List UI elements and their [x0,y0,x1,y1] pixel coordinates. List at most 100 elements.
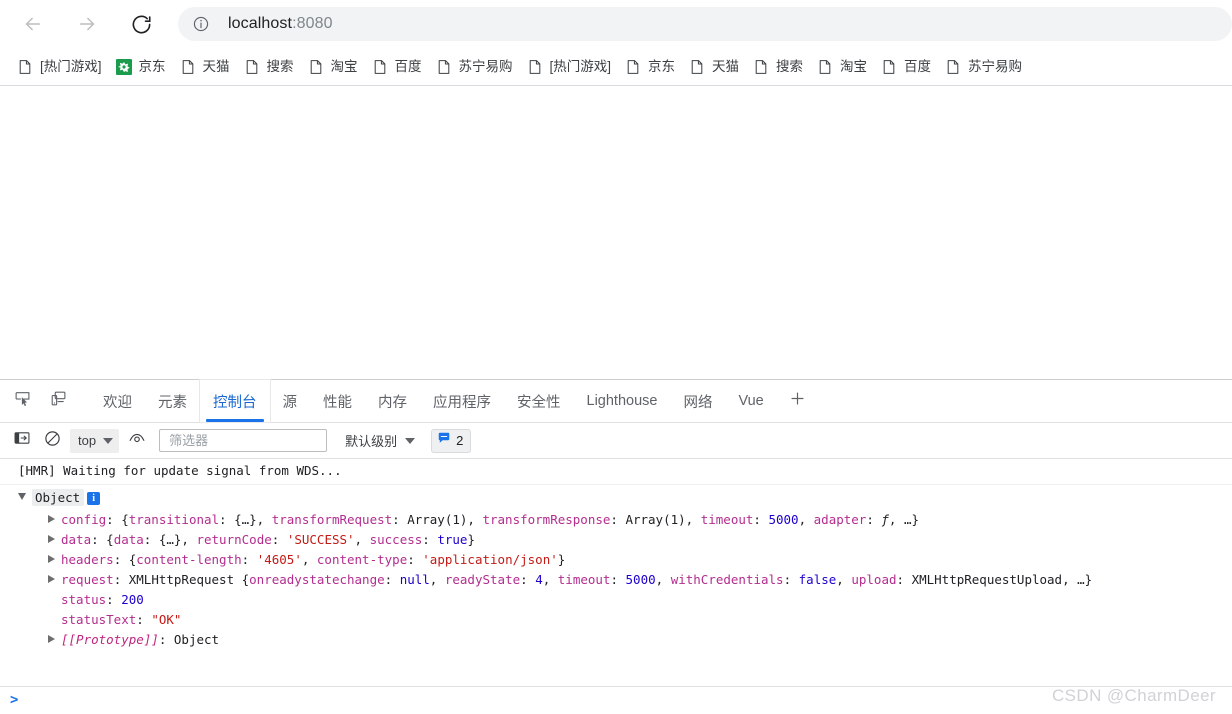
console-property-row[interactable]: [[Prototype]]: Object [0,630,1232,650]
toolbar-divider [76,380,90,422]
property-value-part: upload [851,572,897,587]
property-value-part: , [542,572,558,587]
property-value-part: ƒ [881,512,889,527]
devtools-tab-1[interactable]: 元素 [145,380,200,422]
page-icon [689,59,705,75]
bookmark-item[interactable]: 京东 [618,53,682,81]
bookmark-item[interactable]: 苏宁易购 [938,53,1029,81]
expand-triangle-icon[interactable] [48,575,55,583]
back-button[interactable] [14,5,52,43]
console-property-row[interactable]: config: {transitional: {…}, transformReq… [0,510,1232,530]
bookmark-item[interactable]: 搜索 [237,53,301,81]
devtools-tab-0[interactable]: 欢迎 [90,380,145,422]
expand-triangle-icon[interactable] [48,555,55,563]
devtools-tab-label: 元素 [158,394,187,411]
console-filter-input[interactable] [167,432,320,449]
console-sidebar-toggle[interactable] [8,428,36,454]
site-info-icon[interactable] [192,15,210,33]
property-value-part: , [354,532,370,547]
console-property-row[interactable]: data: {data: {…}, returnCode: 'SUCCESS',… [0,530,1232,550]
property-value-part: "OK" [151,612,182,627]
devtools-tab-10[interactable]: Vue [725,380,776,422]
forward-arrow-icon [76,13,98,35]
chevron-down-icon [405,437,416,444]
bookmark-item[interactable]: 百度 [365,53,429,81]
expand-triangle-icon[interactable] [18,493,26,500]
devtools-tab-7[interactable]: 安全性 [504,380,574,422]
inspect-element-button[interactable] [4,380,40,422]
property-value-part: 'application/json' [422,552,558,567]
property-value-part: : [136,612,152,627]
devtools-tab-4[interactable]: 性能 [310,380,365,422]
property-value-part: 'SUCCESS' [286,532,355,547]
devtools-tab-label: Vue [738,393,764,409]
device-toolbar-button[interactable] [40,380,76,422]
console-property-row[interactable]: headers: {content-length: '4605', conten… [0,550,1232,570]
console-message-list: [HMR] Waiting for update signal from WDS… [0,459,1232,712]
page-icon [436,59,452,75]
devtools-tab-8[interactable]: Lighthouse [574,380,671,422]
bookmark-item[interactable]: 搜索 [746,53,810,81]
plus-icon [789,390,806,412]
bookmark-label: [热门游戏] [40,58,102,74]
devtools-tab-5[interactable]: 内存 [365,380,420,422]
property-value-part: timeout [700,512,754,527]
console-message-hmr: [HMR] Waiting for update signal from WDS… [0,459,1232,485]
bookmark-item[interactable]: 天猫 [682,53,746,81]
bookmark-item[interactable]: 淘宝 [810,53,874,81]
expand-triangle-icon[interactable] [48,515,55,523]
console-issues-badge[interactable]: 2 [431,428,472,453]
bookmark-label: 京东 [648,58,676,74]
property-value-part: content-type [316,552,408,567]
console-prompt-row[interactable]: > [0,686,1232,712]
info-badge-icon: i [87,492,101,505]
execution-context-selector[interactable]: top [70,428,120,453]
devtools-tab-label: 源 [282,394,298,411]
bookmark-label: 百度 [394,58,422,74]
property-value-part: : Array(1), [392,512,483,527]
property-value-part: : {…}, [219,512,272,527]
console-property-row: status: 200 [0,590,1232,610]
forward-button[interactable] [68,5,106,43]
bookmark-label: 天猫 [202,58,230,74]
bookmark-item[interactable]: [热门游戏] [10,53,109,81]
property-value-part: transitional [128,512,220,527]
log-level-selector[interactable]: 默认级别 [345,431,416,450]
console-property-row[interactable]: request: XMLHttpRequest {onreadystatecha… [0,570,1232,590]
property-value-part: : { [91,532,114,547]
expand-triangle-icon[interactable] [48,535,55,543]
add-panel-button[interactable] [777,380,818,422]
bookmark-item[interactable]: [热门游戏] [520,53,619,81]
property-value-part: : { [106,512,129,527]
devtools-tab-2[interactable]: 控制台 [200,380,270,422]
property-value-part: , [301,552,317,567]
clear-console-button[interactable] [38,428,66,454]
property-key: status [61,592,107,607]
reload-button[interactable] [122,5,160,43]
console-object-header[interactable]: Object i [0,485,1232,510]
bookmark-item[interactable]: 苏宁易购 [429,53,520,81]
url-port: :8080 [292,15,333,32]
address-bar[interactable]: localhost:8080 [178,7,1232,41]
property-value-part: 200 [121,592,144,607]
page-icon [945,59,961,75]
devtools-tab-6[interactable]: 应用程序 [420,380,504,422]
property-key: data [61,532,92,547]
devtools-tab-3[interactable]: 源 [270,380,311,422]
bookmark-item[interactable]: 百度 [874,53,938,81]
console-filter-field[interactable] [159,429,328,452]
devtools-tab-9[interactable]: 网络 [670,380,725,422]
property-value-part: : Object [158,632,220,647]
devtools-tab-label: 欢迎 [103,394,132,411]
property-value-part: timeout [557,572,611,587]
sidebar-panel-icon [14,430,30,451]
expand-triangle-icon[interactable] [48,635,55,643]
property-value-part: 5000 [625,572,656,587]
page-icon [527,59,543,75]
live-expression-button[interactable] [123,428,151,454]
bookmark-item[interactable]: 淘宝 [301,53,365,81]
bookmark-label: 天猫 [712,58,740,74]
bookmark-item[interactable]: 京东 [109,53,173,81]
bookmark-item[interactable]: 天猫 [173,53,237,81]
property-value-part: onreadystatechange [249,572,385,587]
